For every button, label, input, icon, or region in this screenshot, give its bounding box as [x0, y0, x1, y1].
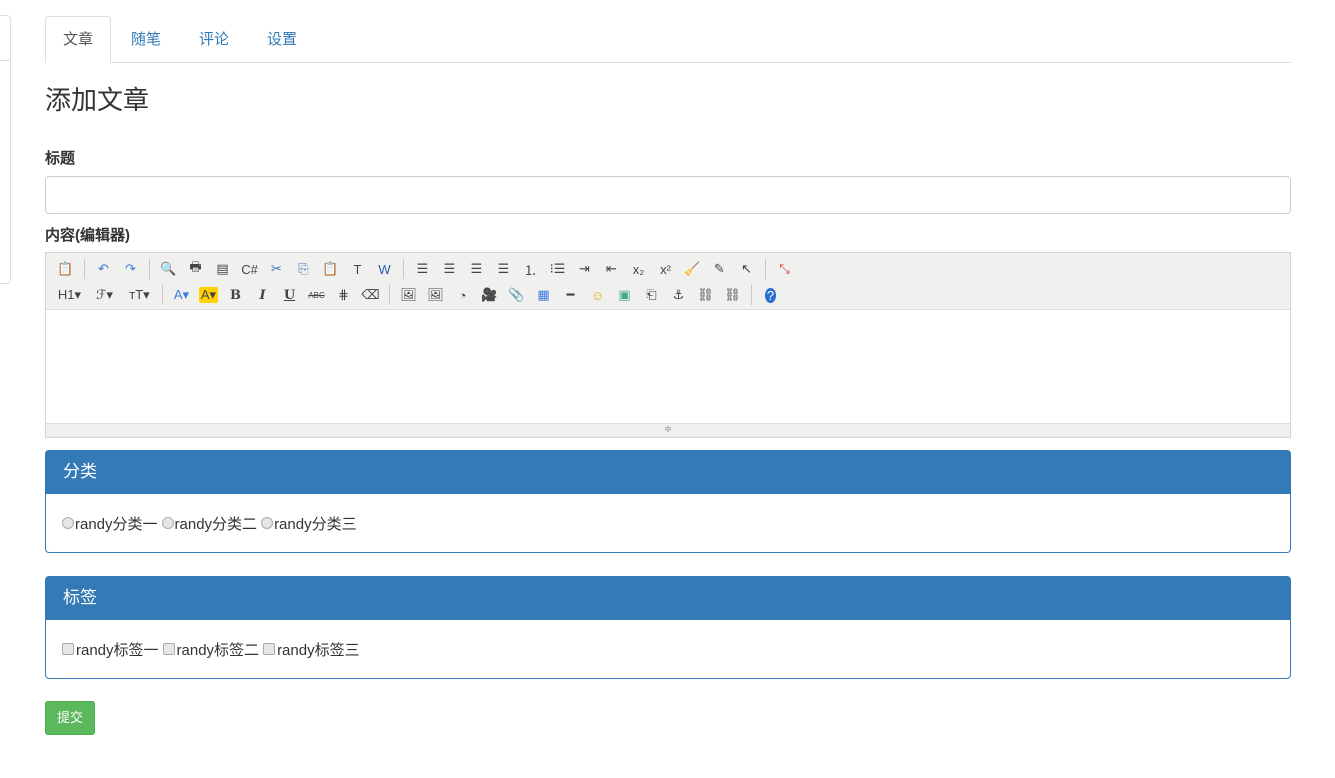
print-icon[interactable]: 🖶: [182, 258, 209, 280]
toolbar-separator: [389, 285, 390, 305]
radio-button[interactable]: [261, 517, 274, 529]
tab-essays[interactable]: 随笔: [113, 16, 179, 62]
redo-icon[interactable]: ↷: [117, 258, 144, 280]
option-label: randy分类一: [75, 515, 158, 533]
editor-toolbar: 📋 ↶ ↷ 🔍 🖶 ▤ C# ✂ ⎘ 📋 T W ☰ ☰ ☰ ☰ ⒈ ⁝☰ ⇥ ⇤ x₂ x² 🧹 ✎ ↖ ⤡ H1▾ ℱ▾ ᴛT▾ A…: [46, 253, 1290, 310]
template-icon[interactable]: ▤: [209, 258, 236, 280]
pointer-icon[interactable]: ↖: [733, 258, 760, 280]
side-panel: [0, 15, 11, 284]
code-icon[interactable]: C#: [236, 258, 263, 280]
content-label: 内容(编辑器): [45, 227, 130, 244]
toolbar-separator: [751, 285, 752, 305]
editor-content-area[interactable]: [46, 310, 1290, 423]
align-center-icon[interactable]: ☰: [436, 258, 463, 280]
bold-icon[interactable]: B: [222, 284, 249, 306]
toolbar-row-2: H1▾ ℱ▾ ᴛT▾ A▾ A▾ B I U ABC ⋕ ⌫ 🖼 🖼 ◔ 🎥 📎 ▦ ━ ☺ ▣ ⎗ ⚓ ⛓ ⛓?: [52, 282, 1290, 308]
radio-button[interactable]: [161, 517, 174, 529]
justify-icon[interactable]: ☰: [490, 258, 517, 280]
image-manager-icon[interactable]: ▣: [611, 284, 638, 306]
link-icon[interactable]: ⛓: [692, 284, 719, 306]
checkbox[interactable]: [62, 643, 74, 655]
font-size-icon[interactable]: ᴛT▾: [122, 284, 157, 306]
category-option[interactable]: randy分类三: [261, 513, 357, 534]
source-icon[interactable]: 📋: [52, 258, 79, 280]
heading-icon[interactable]: H1▾: [52, 284, 87, 306]
toolbar-separator: [765, 259, 766, 279]
page-title: 添加文章: [45, 85, 150, 115]
toolbar-separator: [162, 285, 163, 305]
eraser-icon[interactable]: ⌫: [357, 284, 384, 306]
option-label: randy分类二: [174, 515, 258, 533]
align-left-icon[interactable]: ☰: [409, 258, 436, 280]
option-label: randy标签三: [277, 641, 360, 659]
toolbar-row-1: 📋 ↶ ↷ 🔍 🖶 ▤ C# ✂ ⎘ 📋 T W ☰ ☰ ☰ ☰ ⒈ ⁝☰ ⇥ ⇤ x₂ x² 🧹 ✎ ↖ ⤡: [52, 256, 1290, 282]
main-content: 文章 随笔 评论 设置 添加文章 标题 内容(编辑器) 📋 ↶ ↷ 🔍 🖶 ▤ C# ✂ ⎘ 📋 T…: [45, 16, 1291, 735]
emoticon-icon[interactable]: ☺: [584, 284, 611, 306]
page-break-icon[interactable]: ⎗: [638, 284, 665, 306]
tab-comments[interactable]: 评论: [181, 16, 247, 62]
radio-button[interactable]: [62, 517, 74, 529]
font-family-icon[interactable]: ℱ▾: [87, 284, 122, 306]
align-right-icon[interactable]: ☰: [463, 258, 490, 280]
tag-panel: 标签 randy标签一 randy标签二 randy标签三: [45, 576, 1291, 679]
toolbar-separator: [403, 259, 404, 279]
outdent-icon[interactable]: ⇤: [598, 258, 625, 280]
attachment-icon[interactable]: 📎: [503, 284, 530, 306]
italic-icon[interactable]: I: [249, 284, 276, 306]
category-option[interactable]: randy分类二: [161, 513, 258, 534]
superscript-icon[interactable]: x²: [652, 258, 679, 280]
anchor-icon[interactable]: ⚓: [665, 284, 692, 306]
tag-option[interactable]: randy标签二: [162, 639, 260, 660]
resize-handle[interactable]: ≑: [46, 423, 1290, 437]
highlight-color-icon[interactable]: A▾: [195, 284, 222, 306]
ordered-list-icon[interactable]: ⒈: [517, 258, 544, 280]
option-label: randy分类三: [274, 515, 357, 533]
copy-icon[interactable]: ⎘: [290, 258, 317, 280]
tag-option[interactable]: randy标签一: [62, 639, 159, 660]
category-panel: 分类 randy分类一 randy分类二 randy分类三: [45, 450, 1291, 553]
cut-icon[interactable]: ✂: [263, 258, 290, 280]
option-label: randy标签一: [76, 641, 159, 659]
table-icon[interactable]: ▦: [530, 284, 557, 306]
checkbox[interactable]: [263, 643, 276, 655]
font-color-icon[interactable]: A▾: [168, 284, 195, 306]
select-all-icon[interactable]: ✎: [706, 258, 733, 280]
nav-tabs: 文章 随笔 评论 设置: [45, 16, 1291, 63]
indent-icon[interactable]: ⇥: [571, 258, 598, 280]
title-input[interactable]: [45, 176, 1291, 214]
preview-icon[interactable]: 🔍: [155, 258, 182, 280]
unlink-icon[interactable]: ⛓: [719, 284, 746, 306]
insert-multi-image-icon[interactable]: 🖼: [422, 284, 449, 306]
toolbar-separator: [84, 259, 85, 279]
submit-button[interactable]: 提交: [45, 701, 96, 735]
paste-word-icon[interactable]: W: [371, 258, 398, 280]
tag-panel-title: 标签: [46, 577, 1290, 620]
unordered-list-icon[interactable]: ⁝☰: [544, 258, 571, 280]
tab-articles[interactable]: 文章: [45, 16, 112, 63]
line-height-icon[interactable]: ⋕: [330, 284, 357, 306]
paste-icon[interactable]: 📋: [317, 258, 344, 280]
option-label: randy标签二: [176, 641, 260, 659]
tab-settings[interactable]: 设置: [249, 16, 315, 62]
paste-text-icon[interactable]: T: [344, 258, 371, 280]
subscript-icon[interactable]: x₂: [625, 258, 652, 280]
clear-format-icon[interactable]: 🧹: [679, 258, 706, 280]
strikethrough-icon[interactable]: ABC: [303, 284, 330, 306]
title-label: 标题: [45, 150, 76, 167]
rich-text-editor: 📋 ↶ ↷ 🔍 🖶 ▤ C# ✂ ⎘ 📋 T W ☰ ☰ ☰ ☰ ⒈ ⁝☰ ⇥ ⇤ x₂ x² 🧹 ✎ ↖ ⤡ H1▾ ℱ▾ ᴛT▾ A…: [45, 252, 1291, 438]
fullscreen-icon[interactable]: ⤡: [771, 258, 798, 280]
flash-icon[interactable]: ◔: [449, 284, 476, 306]
undo-icon[interactable]: ↶: [90, 258, 117, 280]
tag-option[interactable]: randy标签三: [263, 639, 360, 660]
underline-icon[interactable]: U: [276, 284, 303, 306]
category-panel-title: 分类: [46, 451, 1290, 494]
insert-image-icon[interactable]: 🖼: [395, 284, 422, 306]
media-icon[interactable]: 🎥: [476, 284, 503, 306]
category-option[interactable]: randy分类一: [62, 513, 158, 534]
checkbox[interactable]: [162, 643, 175, 655]
help-icon[interactable]: ?: [757, 284, 784, 306]
horizontal-rule-icon[interactable]: ━: [557, 284, 584, 306]
toolbar-separator: [149, 259, 150, 279]
